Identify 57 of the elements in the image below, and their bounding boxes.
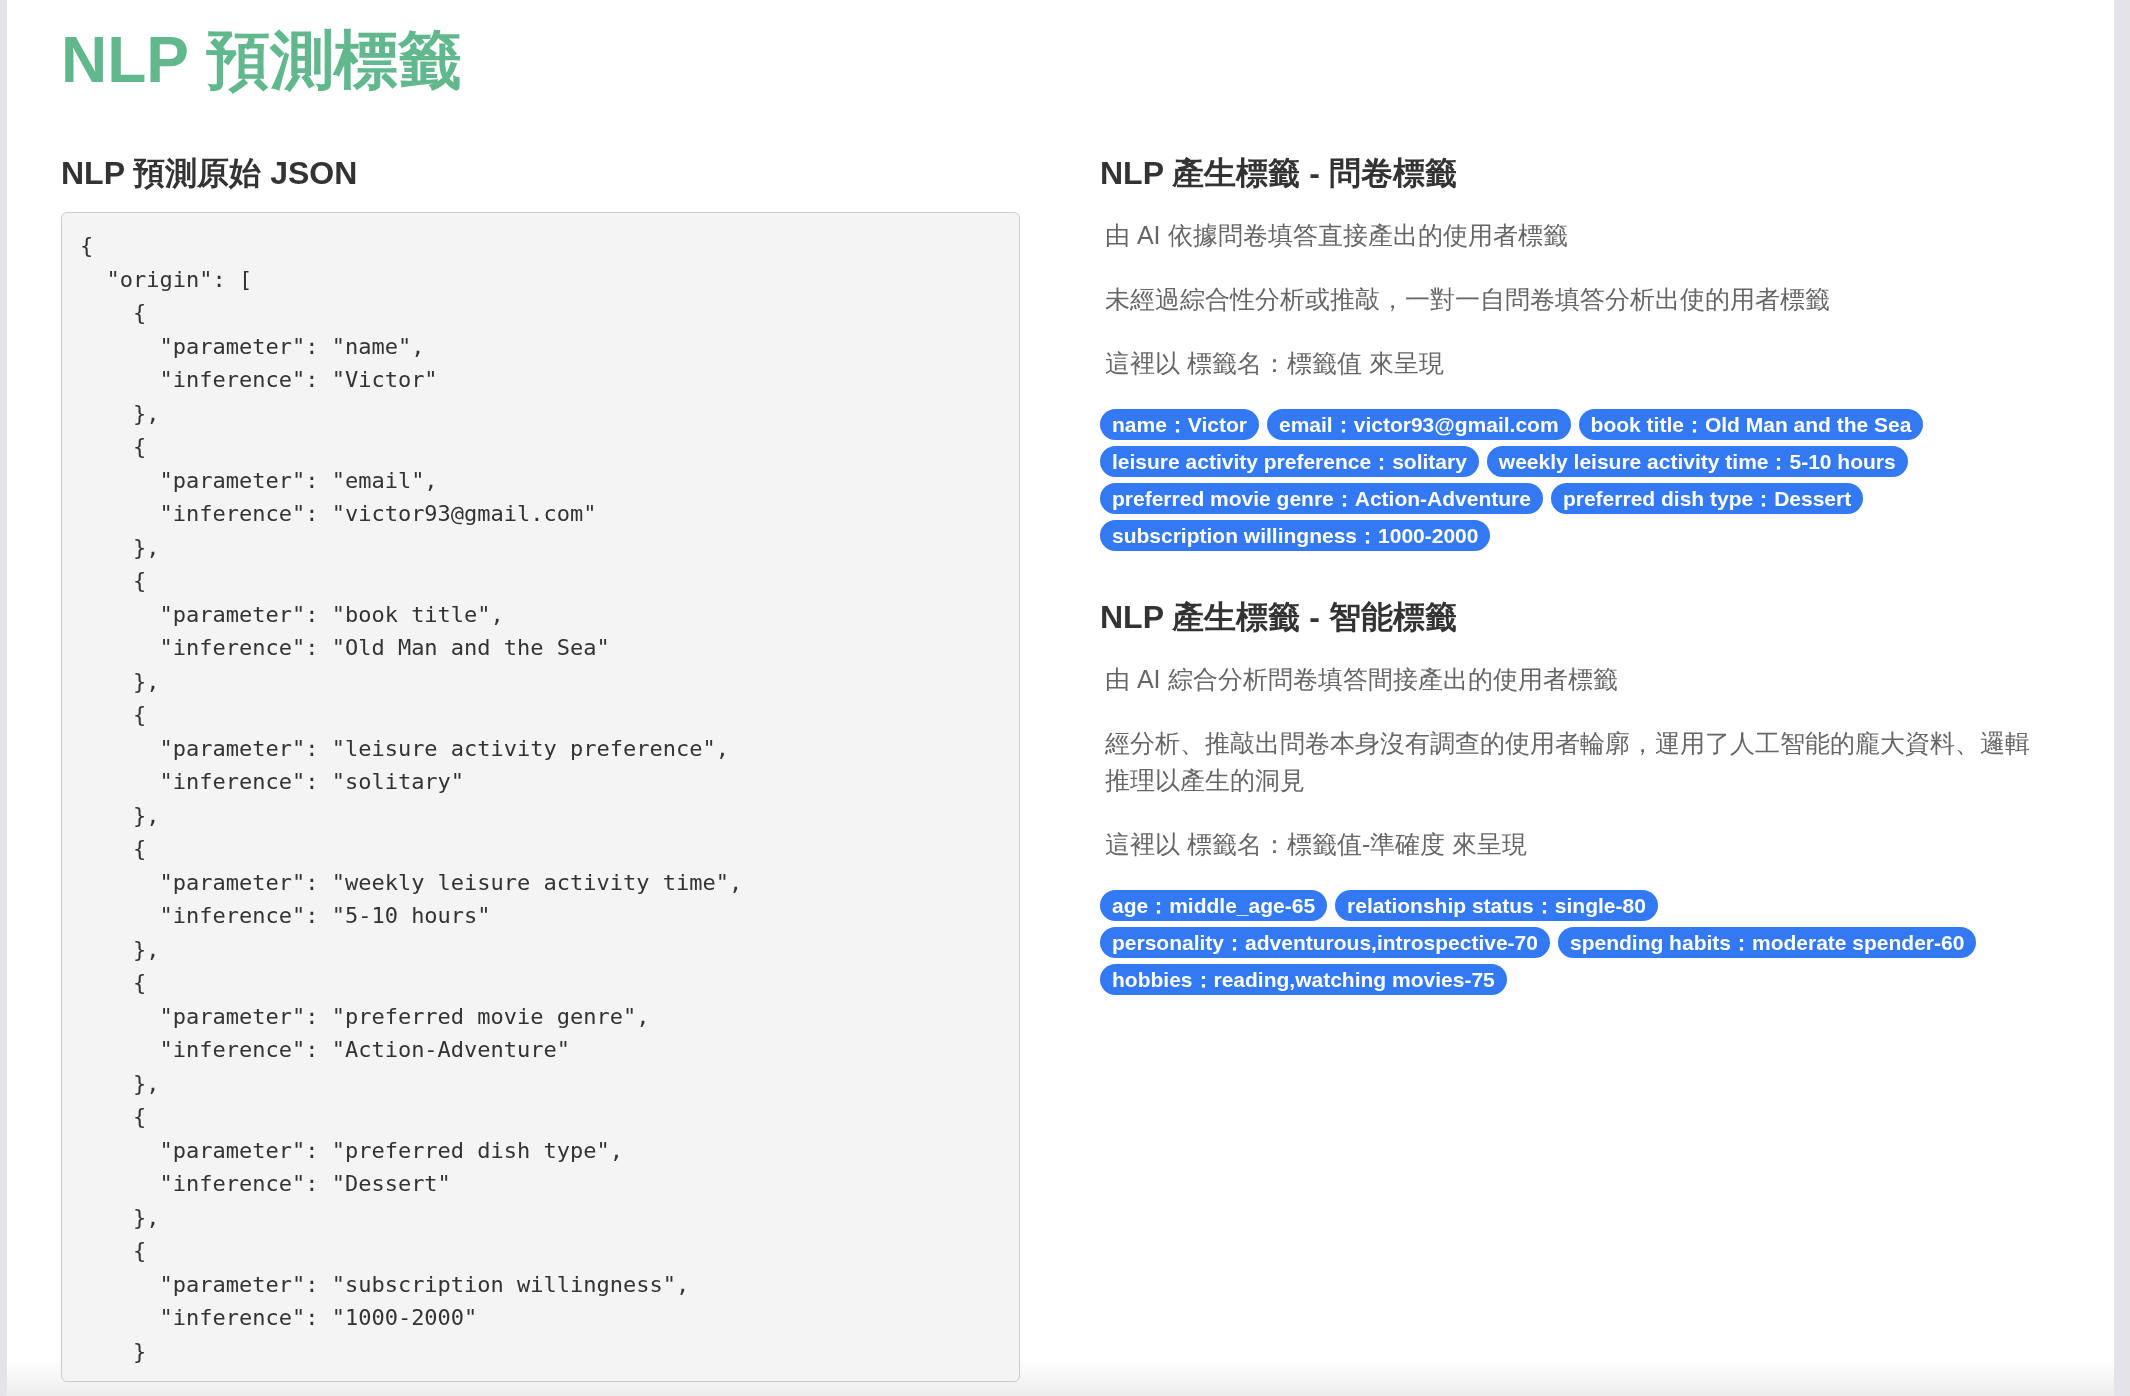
description-text: 未經過綜合性分析或推敲，一對一自問卷填答分析出使的用者標籤	[1104, 284, 1831, 315]
description-text: 由 AI 綜合分析問卷填答間接產出的使用者標籤	[1104, 664, 1619, 695]
code-line: "parameter": "name",	[158, 332, 425, 361]
tag-chip: relationship status：single-80	[1335, 890, 1658, 921]
code-line: "parameter": "preferred dish type",	[158, 1136, 624, 1165]
code-line: "inference": "Dessert"	[158, 1170, 451, 1198]
tag-chip: age：middle_age-65	[1100, 890, 1328, 921]
tag-chip: weekly leisure activity time：5-10 hours	[1486, 446, 1908, 477]
code-line: {	[80, 232, 94, 260]
tag-chip: email：victor93@gmail.com	[1267, 409, 1571, 440]
code-line: {	[131, 701, 147, 729]
code-line: {	[131, 969, 147, 997]
code-line: "origin": [	[105, 265, 253, 294]
code-line: "inference": "1000-2000"	[158, 1304, 478, 1332]
code-line: },	[131, 935, 160, 964]
tag-chip: hobbies：reading,watching movies-75	[1100, 964, 1507, 995]
tag-chip: preferred dish type：Dessert	[1550, 483, 1864, 514]
code-line: "inference": "Old Man and the Sea"	[158, 634, 610, 662]
code-line: {	[131, 299, 147, 327]
code-line: },	[131, 667, 160, 696]
code-line: {	[131, 1237, 147, 1265]
code-line: {	[131, 567, 147, 595]
code-line: "inference": "5-10 hours"	[158, 902, 491, 930]
code-line: "inference": "Action-Adventure"	[158, 1036, 571, 1064]
code-line: },	[131, 399, 160, 428]
tag-chip: leisure activity preference：solitary	[1100, 446, 1479, 477]
code-line: {	[131, 835, 147, 863]
code-line: "parameter": "weekly leisure activity time",	[158, 868, 743, 897]
code-line: "inference": "victor93@gmail.com"	[158, 500, 597, 528]
section-heading: NLP 預測原始 JSON	[61, 154, 358, 193]
code-line: },	[131, 801, 160, 830]
tag-chip: personality：adventurous,introspective-70	[1100, 927, 1550, 958]
page-title: NLP 預測標籤	[61, 23, 462, 98]
description-text: 這裡以 標籤名：標籤值-準確度 來呈現	[1104, 829, 1529, 860]
tag-chip: spending habits：moderate spender-60	[1557, 927, 1977, 958]
tag-chip: book title：Old Man and the Sea	[1578, 409, 1924, 440]
description-text: 這裡以 標籤名：標籤值 來呈現	[1104, 348, 1445, 379]
code-line: },	[131, 1069, 160, 1098]
tag-chip: preferred movie genre：Action-Adventure	[1100, 483, 1543, 514]
code-line: "parameter": "preferred movie genre",	[158, 1002, 650, 1031]
code-line: {	[131, 1103, 147, 1131]
section-heading: NLP 產生標籤 - 問卷標籤	[1100, 154, 1457, 193]
description-text: 經分析、推敲出問卷本身沒有調查的使用者輪廓，運用了人工智能的龐大資料、邏輯推理以產生的洞見	[1104, 728, 2031, 796]
code-line: "inference": "solitary"	[158, 768, 465, 796]
tag-chip: subscription willingness：1000-2000	[1100, 520, 1491, 551]
code-line: },	[131, 533, 160, 562]
tag-chip: name：Victor	[1100, 409, 1259, 440]
code-line: {	[131, 433, 147, 461]
code-line: "parameter": "email",	[158, 466, 438, 495]
code-line: "parameter": "leisure activity preference",	[158, 734, 729, 763]
code-line: "parameter": "subscription willingness",	[158, 1270, 690, 1299]
code-line: },	[131, 1203, 160, 1232]
description-text: 由 AI 依據問卷填答直接產出的使用者標籤	[1104, 220, 1569, 251]
code-line: }	[131, 1337, 147, 1366]
code-line: "inference": "Victor"	[158, 366, 438, 394]
code-line: "parameter": "book title",	[158, 600, 504, 629]
section-heading: NLP 產生標籤 - 智能標籤	[1100, 598, 1457, 637]
